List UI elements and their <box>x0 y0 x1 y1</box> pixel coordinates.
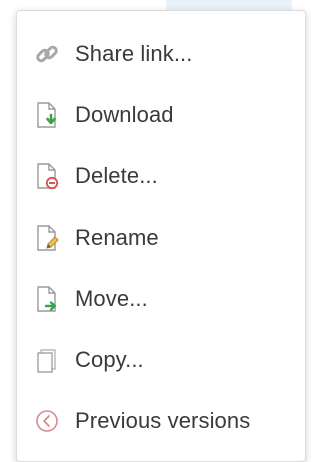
menu-item-rename[interactable]: Rename <box>17 207 305 268</box>
menu-item-label: Delete... <box>75 163 158 189</box>
context-menu-list: Share link... Download Delete... Rename … <box>17 11 305 452</box>
toolbar-strip <box>0 0 292 10</box>
menu-item-previous-versions[interactable]: Previous versions <box>17 391 305 452</box>
rename-icon <box>33 223 61 253</box>
copy-icon <box>33 345 61 375</box>
menu-item-label: Share link... <box>75 40 193 66</box>
move-icon <box>33 284 61 314</box>
menu-item-label: Download <box>75 101 174 127</box>
menu-item-copy[interactable]: Copy... <box>17 329 305 390</box>
history-icon <box>33 406 61 436</box>
selected-row-highlight <box>166 0 292 10</box>
menu-item-move[interactable]: Move... <box>17 268 305 329</box>
menu-item-label: Rename <box>75 224 159 250</box>
menu-item-label: Previous versions <box>75 408 251 434</box>
delete-icon <box>33 161 61 191</box>
menu-item-download[interactable]: Download <box>17 84 305 145</box>
context-menu: Share link... Download Delete... Rename … <box>16 10 306 462</box>
menu-item-label: Move... <box>75 285 148 311</box>
download-icon <box>33 100 61 130</box>
menu-item-label: Copy... <box>75 347 144 373</box>
menu-item-share-link[interactable]: Share link... <box>17 23 305 84</box>
link-icon <box>33 39 61 69</box>
menu-item-delete[interactable]: Delete... <box>17 146 305 207</box>
